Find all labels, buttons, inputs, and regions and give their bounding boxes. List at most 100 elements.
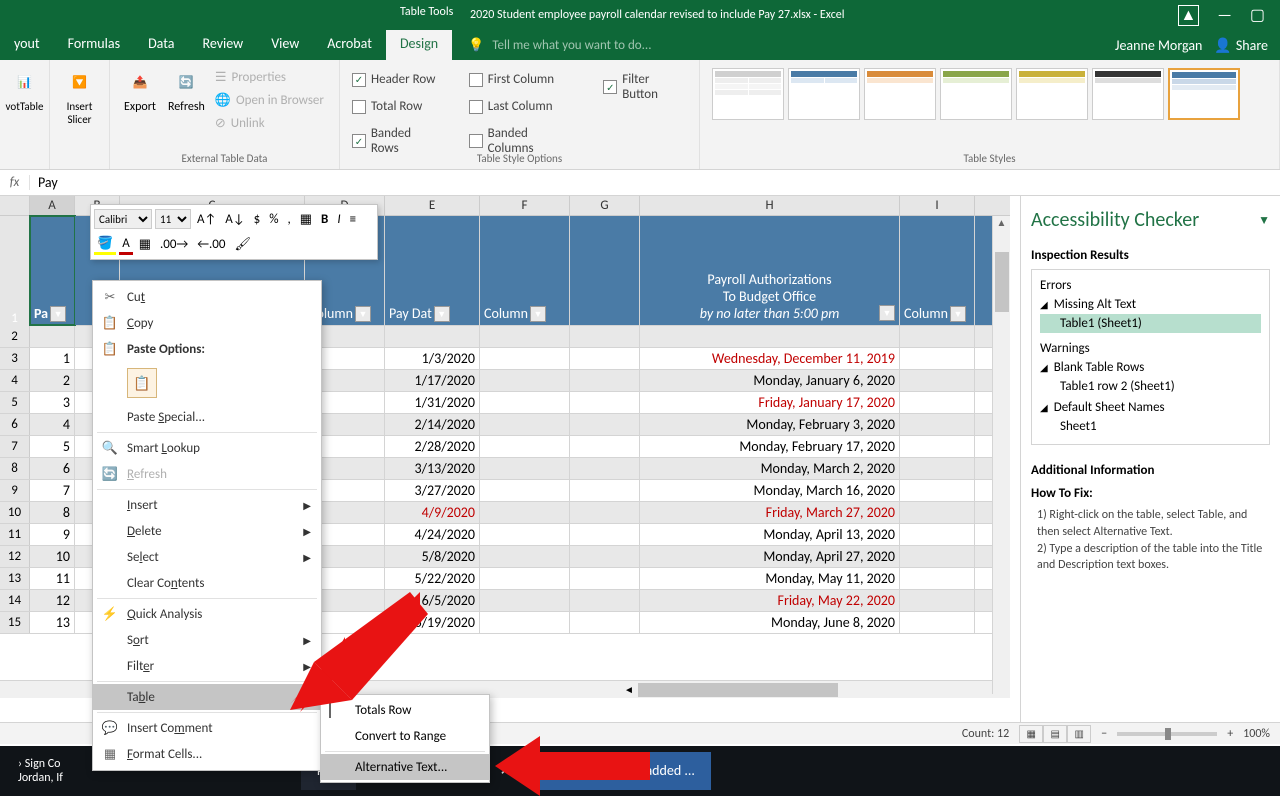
warning-item-blank[interactable]: Table1 row 2 (Sheet1) (1040, 377, 1261, 396)
total-row-checkbox[interactable]: Total Row (348, 97, 445, 116)
font-select[interactable]: Calibri (94, 209, 152, 229)
page-layout-button[interactable]: ▤ (1043, 725, 1067, 743)
table-style-thumb[interactable] (1092, 68, 1164, 120)
col-i-header[interactable]: Column▼ (900, 216, 975, 325)
share-button[interactable]: 👤 Share (1214, 37, 1268, 54)
cell[interactable] (480, 326, 570, 347)
cell[interactable] (570, 590, 640, 611)
bold-button[interactable]: B (318, 211, 331, 228)
pay-date-cell[interactable]: 3/27/2020 (385, 480, 480, 501)
cell[interactable] (480, 568, 570, 589)
cell[interactable] (480, 480, 570, 501)
row-header[interactable]: 3 (0, 348, 30, 369)
accounting-format-button[interactable]: $ (251, 211, 264, 228)
paste-special-menuitem[interactable]: Paste Special... (93, 404, 321, 430)
cell[interactable] (570, 414, 640, 435)
maximize-icon[interactable]: ▢ (1250, 5, 1265, 25)
cell[interactable] (480, 590, 570, 611)
payroll-due-cell[interactable]: Monday, June 8, 2020 (640, 612, 900, 633)
cell[interactable] (900, 348, 975, 369)
pay-date-cell[interactable]: 5/22/2020 (385, 568, 480, 589)
payroll-due-cell[interactable]: Wednesday, December 11, 2019 (640, 348, 900, 369)
tab-acrobat[interactable]: Acrobat (313, 30, 386, 60)
table-style-gallery[interactable] (708, 64, 1271, 124)
cell[interactable] (570, 370, 640, 391)
row-header[interactable]: 12 (0, 546, 30, 567)
cell[interactable] (480, 370, 570, 391)
column-header[interactable]: F (480, 196, 570, 215)
row-header[interactable]: 6 (0, 414, 30, 435)
cell[interactable] (900, 370, 975, 391)
cell[interactable] (570, 436, 640, 457)
cell[interactable] (570, 392, 640, 413)
column-header[interactable]: A (30, 196, 75, 215)
pay-date-cell[interactable]: 1/3/2020 (385, 348, 480, 369)
cell[interactable] (570, 458, 640, 479)
payroll-due-cell[interactable]: Monday, April 27, 2020 (640, 546, 900, 567)
user-name[interactable]: Jeanne Morgan (1115, 37, 1202, 54)
zoom-in-button[interactable]: + (1227, 727, 1233, 741)
zoom-slider[interactable] (1117, 732, 1217, 736)
italic-button[interactable]: I (334, 211, 343, 228)
payroll-due-cell[interactable]: Monday, January 6, 2020 (640, 370, 900, 391)
fx-icon[interactable]: fx (0, 175, 30, 190)
insert-comment-menuitem[interactable]: 💬Insert Comment (93, 715, 321, 741)
fill-color-button[interactable]: 🪣 (94, 235, 116, 255)
pay-number-cell[interactable]: 7 (30, 480, 75, 501)
font-color-button[interactable]: A (119, 235, 133, 255)
pay-number-cell[interactable]: 5 (30, 436, 75, 457)
missing-alt-text-category[interactable]: Missing Alt Text (1054, 297, 1136, 312)
paste-icon-button[interactable]: 📋 (127, 368, 157, 398)
tell-me-search[interactable]: 💡 Tell me what you want to do... (452, 30, 651, 60)
alternative-text-menuitem[interactable]: Alternative Text... (321, 754, 489, 780)
row-header[interactable]: 8 (0, 458, 30, 479)
pivottable-button[interactable]: 📊 votTable (8, 64, 41, 115)
pay-number-cell[interactable]: 8 (30, 502, 75, 523)
borders-button[interactable]: ▦ (136, 236, 154, 253)
row-header[interactable]: 2 (0, 326, 30, 347)
increase-decimal-button[interactable]: .00→ (157, 236, 191, 253)
convert-range-menuitem[interactable]: Convert to Range (321, 723, 489, 749)
last-column-checkbox[interactable]: Last Column (465, 97, 580, 116)
pay-number-cell[interactable]: 11 (30, 568, 75, 589)
cell[interactable] (385, 326, 480, 347)
select-menuitem[interactable]: Select▶ (93, 544, 321, 570)
tab-layout[interactable]: yout (0, 30, 54, 60)
payroll-due-cell[interactable]: Friday, March 27, 2020 (640, 502, 900, 523)
pay-date-cell[interactable]: 3/13/2020 (385, 458, 480, 479)
formula-input[interactable]: Pay (30, 174, 1280, 191)
format-cells-menuitem[interactable]: ▦Format Cells... (93, 741, 321, 767)
zoom-out-button[interactable]: − (1101, 727, 1107, 741)
cut-menuitem[interactable]: ✂Cut (93, 284, 321, 310)
payroll-due-cell[interactable]: Monday, May 11, 2020 (640, 568, 900, 589)
cell[interactable] (480, 546, 570, 567)
row-header[interactable]: 11 (0, 524, 30, 545)
collapse-icon[interactable]: ◢ (1040, 298, 1048, 311)
pay-number-cell[interactable]: 2 (30, 370, 75, 391)
column-header[interactable]: E (385, 196, 480, 215)
table-style-thumb[interactable] (864, 68, 936, 120)
page-break-button[interactable]: ▥ (1067, 725, 1091, 743)
payroll-due-cell[interactable]: Monday, February 3, 2020 (640, 414, 900, 435)
cell[interactable] (480, 348, 570, 369)
cell[interactable] (570, 524, 640, 545)
cell[interactable] (900, 524, 975, 545)
table-style-thumb[interactable] (1016, 68, 1088, 120)
cell[interactable] (570, 612, 640, 633)
pay-number-cell[interactable]: 9 (30, 524, 75, 545)
grow-font-button[interactable]: A↑ (194, 211, 219, 228)
pane-menu-icon[interactable]: ▼ (1258, 213, 1270, 228)
zoom-level[interactable]: 100% (1243, 727, 1270, 741)
pay-date-cell[interactable]: 1/17/2020 (385, 370, 480, 391)
row-header[interactable]: 9 (0, 480, 30, 501)
cell[interactable] (570, 480, 640, 501)
filter-button-checkbox[interactable]: Filter Button (599, 70, 691, 104)
cell[interactable] (480, 458, 570, 479)
refresh-menuitem[interactable]: 🔄Refresh (93, 461, 321, 487)
tab-view[interactable]: View (257, 30, 313, 60)
cell[interactable] (570, 568, 640, 589)
cell[interactable] (900, 414, 975, 435)
tab-review[interactable]: Review (188, 30, 257, 60)
collapse-icon[interactable]: ◢ (1040, 401, 1048, 414)
payroll-due-cell[interactable]: Monday, March 16, 2020 (640, 480, 900, 501)
